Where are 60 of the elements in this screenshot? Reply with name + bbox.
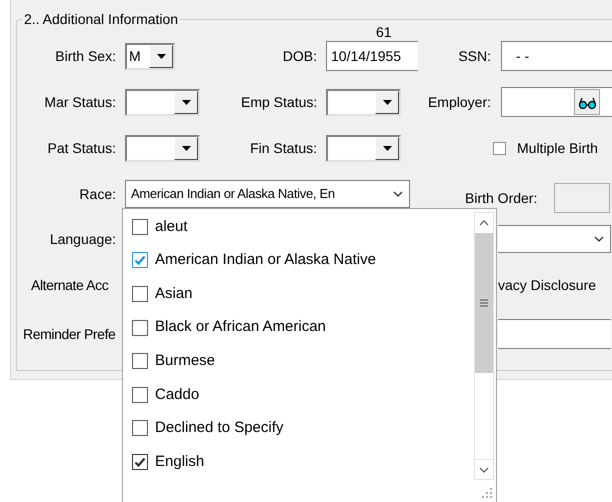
checkbox[interactable] (132, 420, 148, 436)
field-label: DOB: (282, 46, 317, 66)
down-arrow-icon (156, 54, 166, 58)
text-field[interactable] (554, 183, 610, 213)
list-item[interactable]: Burmese (123, 344, 474, 378)
checkbox[interactable] (132, 320, 148, 336)
text-field[interactable]: 10/14/1955 (326, 41, 418, 71)
checkbox[interactable] (132, 218, 148, 235)
field-label: Reminder Prefe (23, 324, 116, 344)
down-arrow-icon (182, 146, 190, 150)
field-label: Birth Sex: (54, 46, 116, 66)
list-item[interactable]: Declined to Specify (123, 412, 474, 446)
checkbox[interactable] (132, 286, 148, 302)
chevron-down-icon (479, 466, 489, 472)
checkbox[interactable] (132, 252, 148, 268)
group-title: 2.. Additional Information (22, 11, 180, 27)
dropdown[interactable]: American Indian or Alaska Native, En (125, 180, 410, 208)
down-arrow-icon (382, 146, 392, 150)
field-label: Pat Status: (46, 138, 116, 158)
field-label: Mar Status: (43, 92, 116, 112)
lookup-button[interactable] (574, 89, 600, 115)
resize-grip-icon (482, 488, 492, 498)
text-field[interactable]: - - (501, 41, 612, 71)
checkbox[interactable] (132, 353, 148, 370)
list-item[interactable]: aleut (123, 210, 474, 244)
list-item[interactable]: American Indian or Alaska Native (123, 244, 474, 278)
checkbox-label: Multiple Birth (517, 138, 598, 158)
down-arrow-icon (182, 100, 190, 104)
glasses-icon (578, 96, 596, 108)
field-label: Birth Order: (465, 188, 538, 208)
checkbox[interactable] (132, 454, 148, 470)
checkbox[interactable] (493, 142, 506, 154)
dropdown[interactable] (125, 88, 200, 116)
chevron-up-icon (479, 220, 489, 226)
chevron-down-icon (393, 190, 403, 198)
list-item[interactable]: English (123, 445, 474, 479)
age-text: 61 (376, 23, 392, 42)
field-label: Employer: (426, 92, 491, 112)
field-label: Fin Status: (249, 138, 317, 158)
field-label: SSN: (457, 46, 491, 66)
scrollbar[interactable] (474, 212, 494, 480)
scroll-thumb[interactable] (475, 233, 493, 373)
dropdown[interactable] (125, 134, 200, 162)
down-arrow-icon (382, 100, 392, 104)
dropdown[interactable]: M (125, 42, 175, 70)
field-label: vacy Disclosure (498, 276, 596, 295)
list-item[interactable]: Asian (123, 277, 474, 311)
dropdown[interactable] (326, 134, 401, 162)
field-label: Alternate Acc (31, 276, 110, 294)
dropdown[interactable] (326, 88, 401, 116)
list-item[interactable]: Black or African American (123, 310, 474, 344)
checkbox[interactable] (132, 386, 148, 403)
grip-lines-icon (480, 299, 488, 307)
chevron-down-icon (594, 236, 604, 242)
lookup-field[interactable] (501, 87, 612, 117)
list-item[interactable]: Caddo (123, 378, 474, 412)
field-label: Race: (78, 184, 116, 204)
text-field[interactable] (498, 319, 611, 349)
field-label: Emp Status: (241, 92, 317, 112)
field-label: Language: (48, 230, 116, 249)
